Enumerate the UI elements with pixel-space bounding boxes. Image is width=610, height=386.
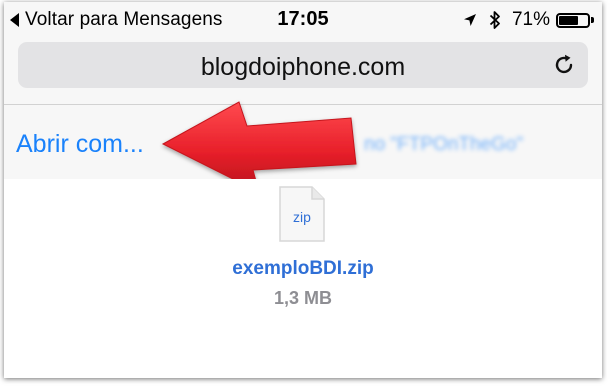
open-with-button[interactable]: Abrir com... <box>16 130 144 159</box>
file-size: 1,3 MB <box>273 288 333 308</box>
status-indicators: 71% <box>463 7 594 33</box>
battery-tip <box>591 17 594 23</box>
file-extension-label: zip <box>293 209 311 225</box>
bluetooth-icon <box>489 11 500 29</box>
reload-icon[interactable] <box>552 53 576 77</box>
location-icon <box>463 14 476 26</box>
file-name: exemploBDI.zip <box>232 258 374 279</box>
open-in-app-button[interactable]: no "FTPOnTheGo" <box>364 134 523 156</box>
battery-percentage: 71% <box>511 9 550 30</box>
download-content: zip exemploBDI.zip 1,3 MB <box>4 179 602 378</box>
screenshot-frame: Voltar para Mensagens 17:05 71% blogdoip… <box>4 2 602 378</box>
battery-level-fill <box>559 15 579 25</box>
browser-nav-bar: blogdoiphone.com <box>4 36 602 104</box>
url-text: blogdoiphone.com <box>200 53 406 81</box>
status-bar: Voltar para Mensagens 17:05 71% <box>4 2 602 36</box>
address-bar[interactable]: blogdoiphone.com <box>18 42 588 88</box>
battery-icon <box>556 12 590 28</box>
